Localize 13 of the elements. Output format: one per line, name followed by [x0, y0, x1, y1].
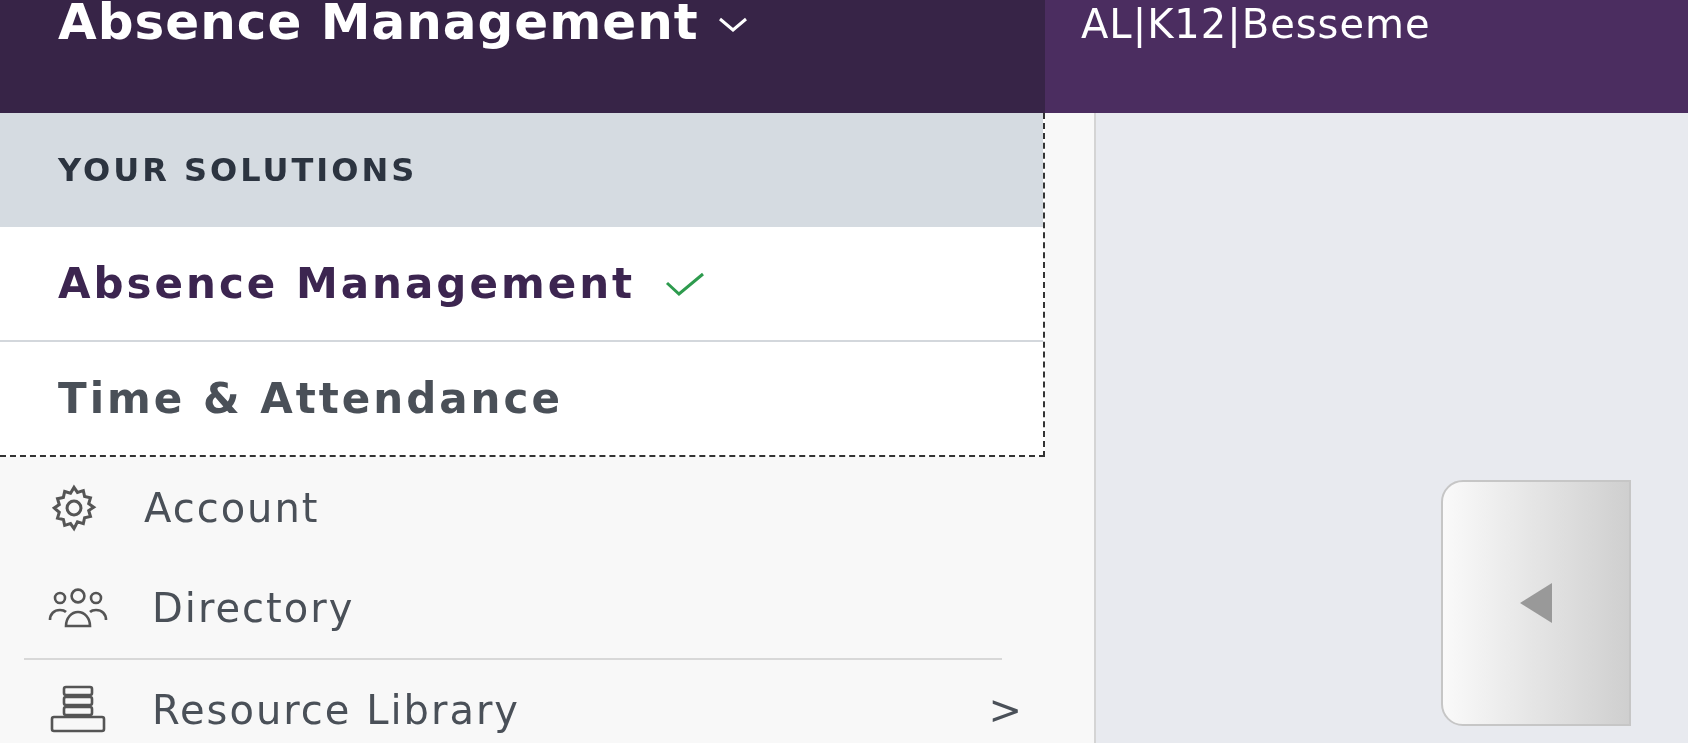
people-icon — [48, 586, 108, 630]
solution-switcher-button[interactable]: Absence Management — [0, 0, 1045, 113]
district-name: AL|K12|Besseme — [1081, 0, 1431, 48]
stacked-books-icon — [48, 685, 108, 735]
sidebar-item[interactable]: Resource Library > — [0, 660, 1064, 743]
collapse-panel-button[interactable] — [1441, 480, 1631, 726]
chevron-text: > — [988, 687, 1024, 733]
checkmark-icon — [665, 270, 706, 297]
triangle-left-icon — [1518, 581, 1554, 625]
sidebar-item[interactable]: Directory — [0, 558, 1064, 658]
chevron-down-icon — [716, 16, 749, 34]
sidebar-item[interactable]: Account — [0, 458, 1064, 558]
menu-heading: YOUR SOLUTIONS — [58, 151, 418, 189]
